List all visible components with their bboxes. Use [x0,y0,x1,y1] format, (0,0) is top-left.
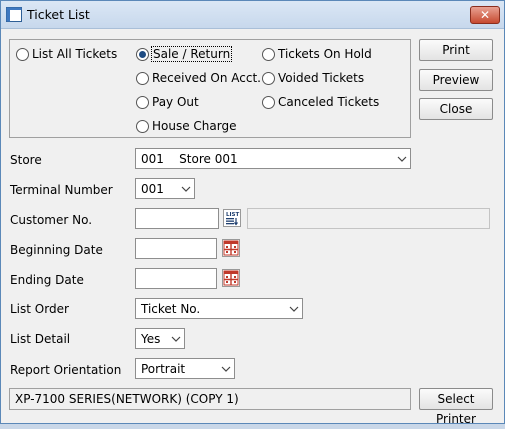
radio-button-icon [262,71,275,85]
list-order-select[interactable]: Ticket No. [135,298,303,319]
radio-received-on-acct[interactable]: Received On Acct. [136,70,261,86]
list-order-value: Ticket No. [141,301,201,316]
chevron-down-icon [286,299,302,318]
list-detail-select[interactable]: Yes [135,328,185,349]
report-orientation-select[interactable]: Portrait [135,358,235,379]
select-printer-button[interactable]: Select Printer [419,388,493,426]
radio-label: Voided Tickets [278,71,365,85]
customer-no-label: Customer No. [10,213,93,227]
list-detail-value: Yes [141,331,161,346]
printer-name-display: XP-7100 SERIES(NETWORK) (COPY 1) [9,388,411,410]
terminal-number-value: 001 [141,181,164,196]
chevron-down-icon [178,179,194,198]
report-type-group: List All Tickets Sale / Return Tickets O… [9,39,411,138]
radio-label: Tickets On Hold [278,47,372,61]
customer-no-input[interactable] [135,208,219,229]
radio-label: Sale / Return [150,46,233,62]
radio-button-icon [16,47,29,61]
radio-button-icon [262,47,275,61]
chevron-down-icon [394,149,410,168]
radio-button-icon [136,119,149,133]
radio-pay-out[interactable]: Pay Out [136,94,199,110]
store-label: Store [10,153,42,167]
close-button[interactable]: Close [419,98,493,120]
chevron-down-icon [218,359,234,378]
preview-button[interactable]: Preview [419,69,493,91]
radio-button-icon [262,95,275,109]
close-icon: ✕ [479,8,491,22]
print-button[interactable]: Print [419,39,493,61]
ending-date-label: Ending Date [10,273,84,287]
store-value: 001 Store 001 [141,151,238,166]
radio-button-icon [136,71,149,85]
beginning-date-input[interactable] [135,238,217,259]
app-window-icon [6,7,22,22]
list-detail-label: List Detail [10,332,71,346]
window-close-button[interactable]: ✕ [470,6,500,24]
radio-house-charge[interactable]: House Charge [136,118,236,134]
radio-label: House Charge [152,119,237,133]
store-select[interactable]: 001 Store 001 [135,148,411,169]
chevron-down-icon [168,329,184,348]
radio-sale-return[interactable]: Sale / Return [136,46,233,62]
radio-button-selected-icon [136,47,149,61]
radio-list-all-tickets[interactable]: List All Tickets [16,46,117,62]
terminal-number-label: Terminal Number [10,183,113,197]
list-lookup-icon[interactable]: LIST [223,209,241,227]
radio-label: Pay Out [152,95,199,109]
radio-label: Received On Acct. [152,71,261,85]
ticket-list-window: Ticket List ✕ List All Tickets Sale / Re… [0,0,505,426]
ending-date-input[interactable] [135,268,217,289]
report-orientation-value: Portrait [141,361,186,376]
radio-button-icon [136,95,149,109]
report-orientation-label: Report Orientation [10,363,122,377]
calendar-icon[interactable] [222,269,240,287]
list-order-label: List Order [10,302,69,316]
window-title: Ticket List [27,7,90,22]
radio-label: List All Tickets [32,47,118,61]
radio-label: Canceled Tickets [278,95,380,109]
terminal-number-select[interactable]: 001 [135,178,195,199]
calendar-icon[interactable] [222,239,240,257]
customer-name-display [247,208,490,229]
radio-voided-tickets[interactable]: Voided Tickets [262,70,364,86]
svg-text:LIST: LIST [226,212,240,218]
radio-canceled-tickets[interactable]: Canceled Tickets [262,94,379,110]
radio-tickets-on-hold[interactable]: Tickets On Hold [262,46,372,62]
title-bar[interactable]: Ticket List ✕ [1,1,504,29]
beginning-date-label: Beginning Date [10,243,103,257]
